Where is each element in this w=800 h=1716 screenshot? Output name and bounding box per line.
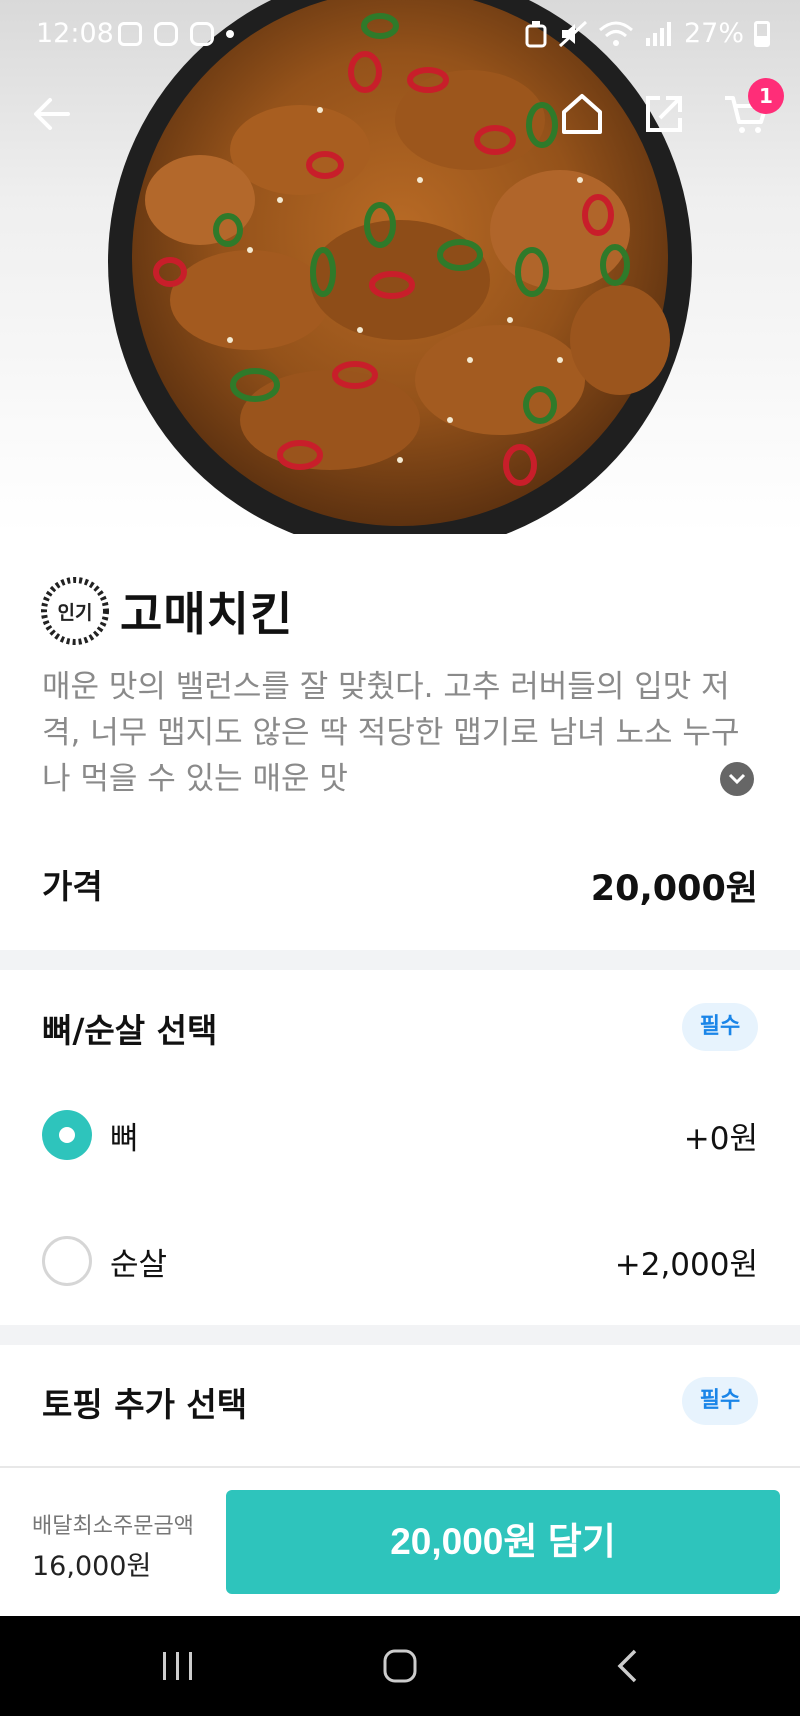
option-price: +2,000원 <box>614 1246 758 1283</box>
option-label: 뼈 <box>110 1120 139 1157</box>
product-name: 고매치킨 <box>120 587 294 641</box>
wifi-icon <box>598 21 633 46</box>
bone-option-title: 뼈/순살 선택 <box>42 1011 218 1050</box>
cart-count-badge: 1 <box>748 78 784 114</box>
battery-percent: 27% <box>683 18 744 49</box>
instagram-icon <box>154 22 178 46</box>
share-button[interactable] <box>636 86 692 142</box>
price-value: 20,000원 <box>590 869 758 909</box>
option-price: +0원 <box>683 1120 758 1157</box>
recycle-icon <box>525 20 547 47</box>
status-bar: 12:08 27% <box>0 0 800 70</box>
section-divider <box>0 1325 800 1345</box>
section-divider <box>0 950 800 970</box>
price-row: 가격 20,000원 <box>42 860 758 911</box>
home-nav-button[interactable] <box>382 1646 418 1686</box>
required-badge: 필수 <box>682 1377 758 1425</box>
option-boneless[interactable]: 순살 +2,000원 <box>42 1236 758 1286</box>
gallery-icon <box>118 22 142 46</box>
radio-unselected[interactable] <box>42 1236 92 1286</box>
popular-badge-label: 인기 <box>57 601 93 624</box>
add-to-cart-button[interactable]: 20,000원 담기 <box>226 1490 780 1594</box>
status-time: 12:08 <box>36 18 114 49</box>
back-button[interactable] <box>24 86 80 142</box>
notification-dot-icon <box>226 30 234 38</box>
system-navigation-bar <box>0 1616 800 1716</box>
radio-selected[interactable] <box>42 1110 92 1160</box>
home-icon <box>562 94 602 134</box>
min-order-label: 배달최소주문금액 <box>32 1514 194 1539</box>
option-label: 순살 <box>110 1246 168 1283</box>
product-title-row: 인기 고매치킨 <box>40 576 293 646</box>
recent-apps-button[interactable] <box>160 1646 196 1686</box>
price-label: 가격 <box>42 867 103 906</box>
option-bone[interactable]: 뼈 +0원 <box>42 1110 758 1160</box>
product-image <box>0 0 800 534</box>
mute-icon <box>558 20 588 47</box>
share-icon <box>646 96 682 132</box>
signal-icon <box>645 21 671 46</box>
expand-description-button[interactable] <box>720 762 754 796</box>
order-bar: 배달최소주문금액 16,000원 20,000원 담기 <box>0 1466 800 1616</box>
required-badge: 필수 <box>682 1003 758 1051</box>
topping-option-title: 토핑 추가 선택 <box>42 1385 248 1424</box>
home-button[interactable] <box>554 86 610 142</box>
recent-apps-icon <box>163 1652 192 1680</box>
back-nav-button[interactable] <box>612 1646 642 1686</box>
back-nav-icon <box>617 1649 637 1683</box>
back-arrow-icon <box>34 98 70 130</box>
instagram-icon <box>190 22 214 46</box>
chevron-down-icon <box>728 773 746 785</box>
home-nav-icon <box>383 1649 417 1683</box>
min-order-value: 16,000원 <box>32 1551 152 1582</box>
battery-icon <box>754 20 770 47</box>
product-description: 매운 맛의 밸런스를 잘 맞췄다. 고추 러버들의 입맛 저격, 너무 맵지도 … <box>42 669 740 797</box>
popular-badge: 인기 <box>40 576 110 646</box>
